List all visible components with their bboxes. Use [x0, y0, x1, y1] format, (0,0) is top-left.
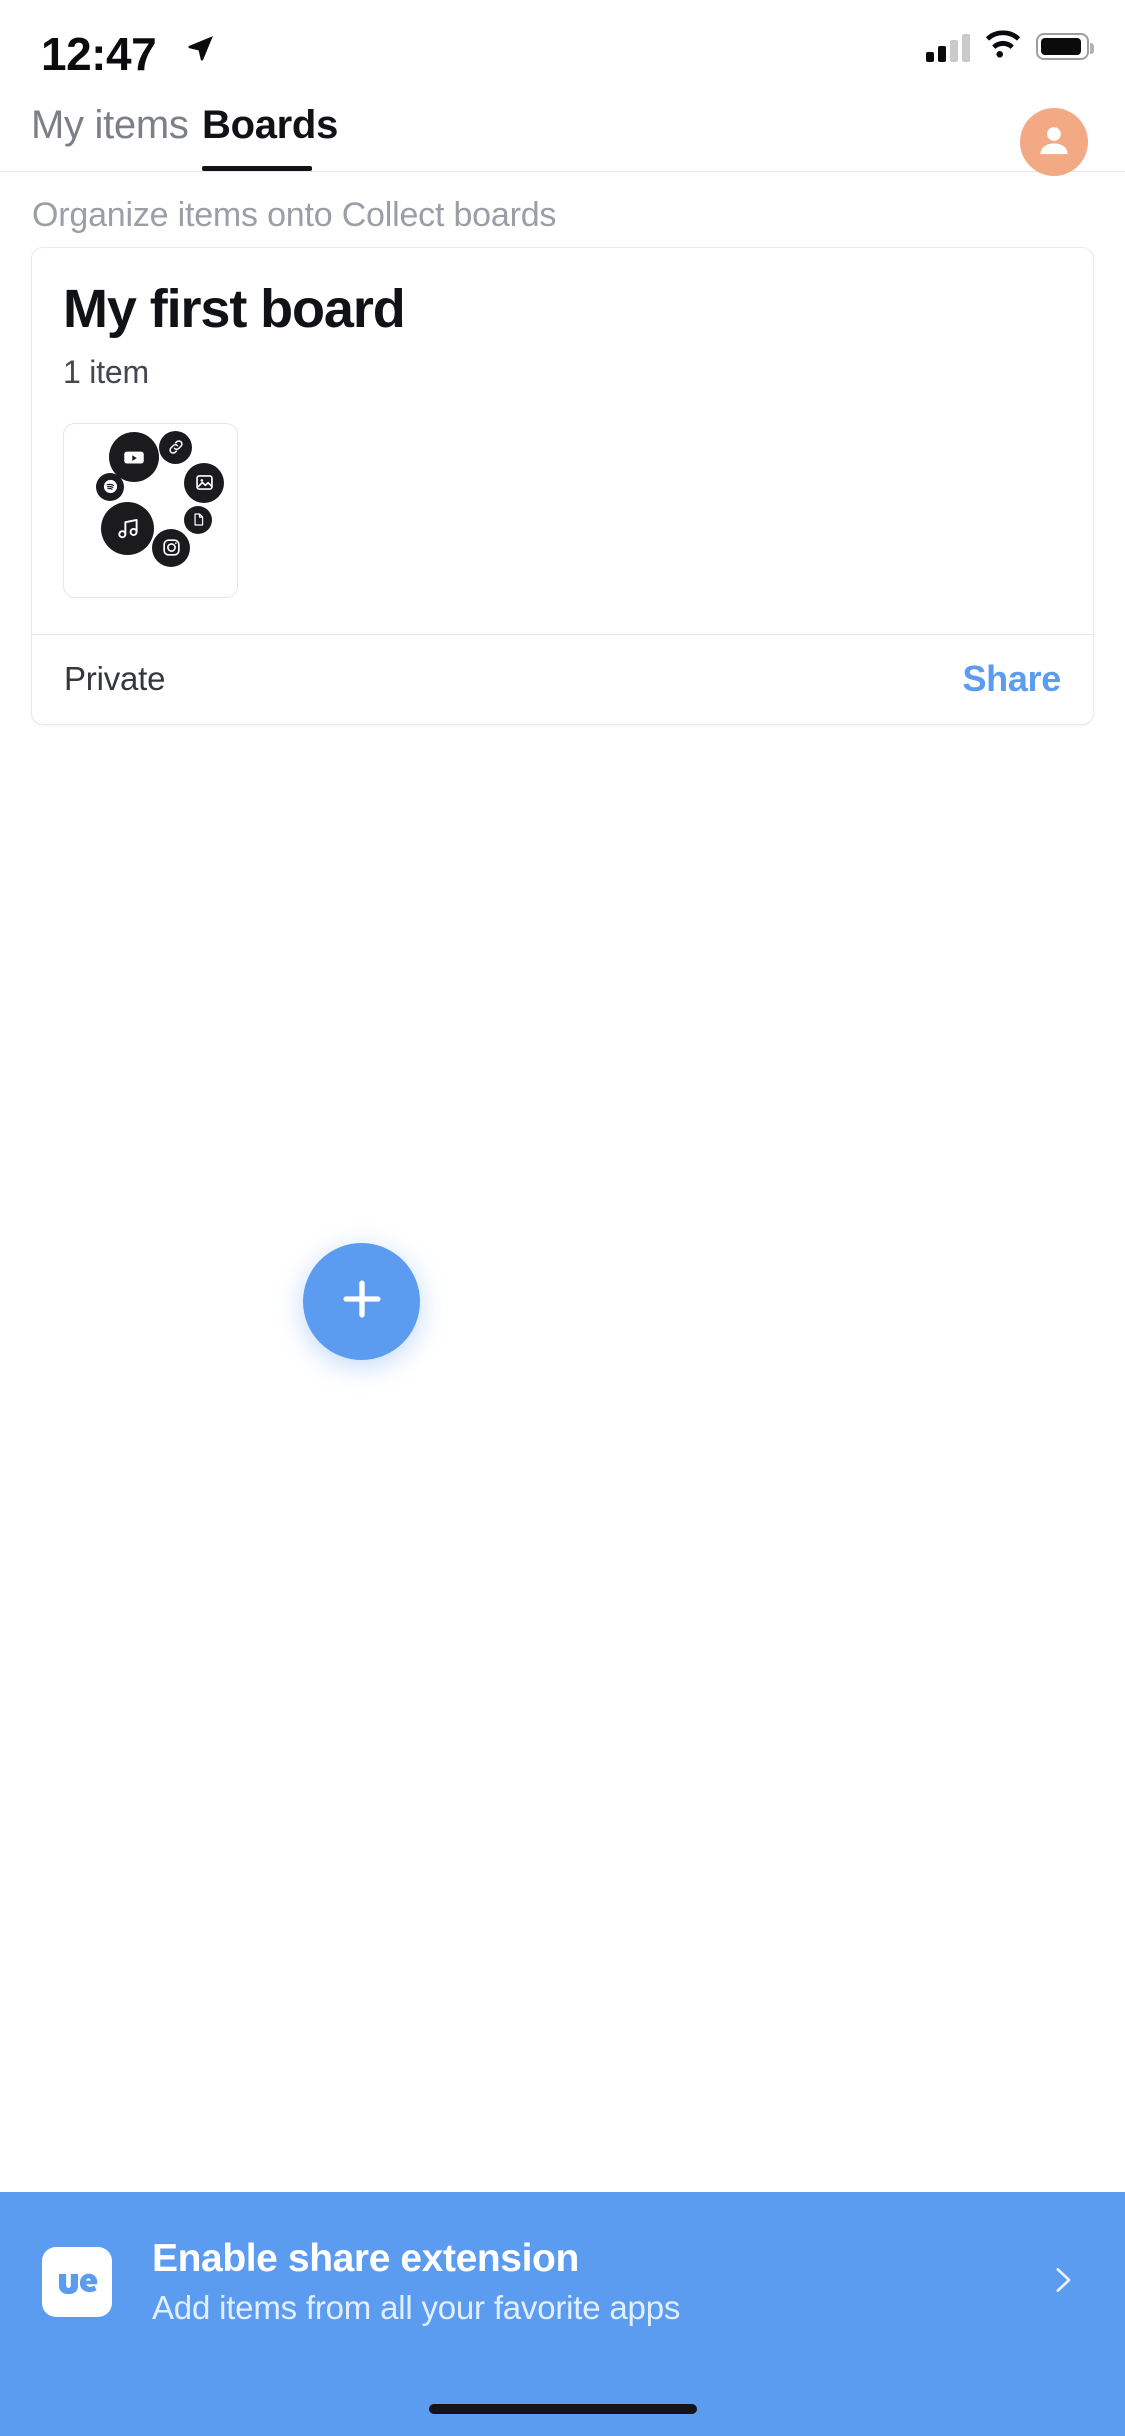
board-visibility-label: Private [64, 660, 166, 698]
tab-bar: My items Boards [0, 99, 1125, 176]
tab-boards-label: Boards [202, 103, 339, 147]
share-extension-banner[interactable]: Enable share extension Add items from al… [0, 2192, 1125, 2436]
location-arrow-icon [186, 33, 216, 68]
section-caption: Organize items onto Collect boards [32, 196, 557, 234]
image-icon [184, 462, 224, 503]
add-button[interactable] [303, 1243, 420, 1360]
music-note-icon [101, 501, 154, 555]
board-card-body: My first board 1 item [32, 248, 1093, 634]
board-card[interactable]: My first board 1 item Private Share [31, 247, 1094, 725]
plus-icon [334, 1271, 390, 1332]
board-title: My first board [63, 279, 406, 339]
instagram-icon [152, 528, 190, 567]
banner-content: Enable share extension Add items from al… [0, 2192, 1125, 2372]
link-icon [159, 430, 192, 464]
home-indicator [428, 2404, 697, 2414]
spotify-icon [96, 472, 124, 501]
tab-my-items-label: My items [31, 103, 189, 147]
board-item-count: 1 item [63, 353, 149, 390]
avatar[interactable] [1020, 108, 1088, 176]
status-bar-indicators [926, 30, 1094, 63]
banner-subtitle: Add items from all your favorite apps [152, 2289, 681, 2326]
board-thumbnail [63, 422, 238, 598]
person-icon [1034, 120, 1074, 165]
share-button[interactable]: Share [962, 658, 1061, 700]
chevron-right-icon[interactable] [1045, 2256, 1079, 2309]
tab-active-underline [202, 166, 312, 171]
board-card-footer: Private Share [32, 633, 1093, 724]
battery-icon [1036, 33, 1094, 60]
banner-text-block: Enable share extension Add items from al… [152, 2237, 1045, 2327]
document-icon [184, 505, 212, 534]
wifi-icon [984, 30, 1022, 63]
wetransfer-logo-icon [42, 2247, 112, 2317]
tab-boards[interactable]: Boards [202, 99, 338, 171]
tab-my-items[interactable]: My items [31, 99, 189, 171]
status-bar-time: 12:47 [41, 28, 157, 80]
cellular-signal-icon [926, 32, 970, 62]
banner-title: Enable share extension [152, 2237, 579, 2280]
status-bar: 12:47 [0, 0, 1125, 100]
app-screen: 12:47 My items Boards Organize items ont… [0, 0, 1125, 2436]
